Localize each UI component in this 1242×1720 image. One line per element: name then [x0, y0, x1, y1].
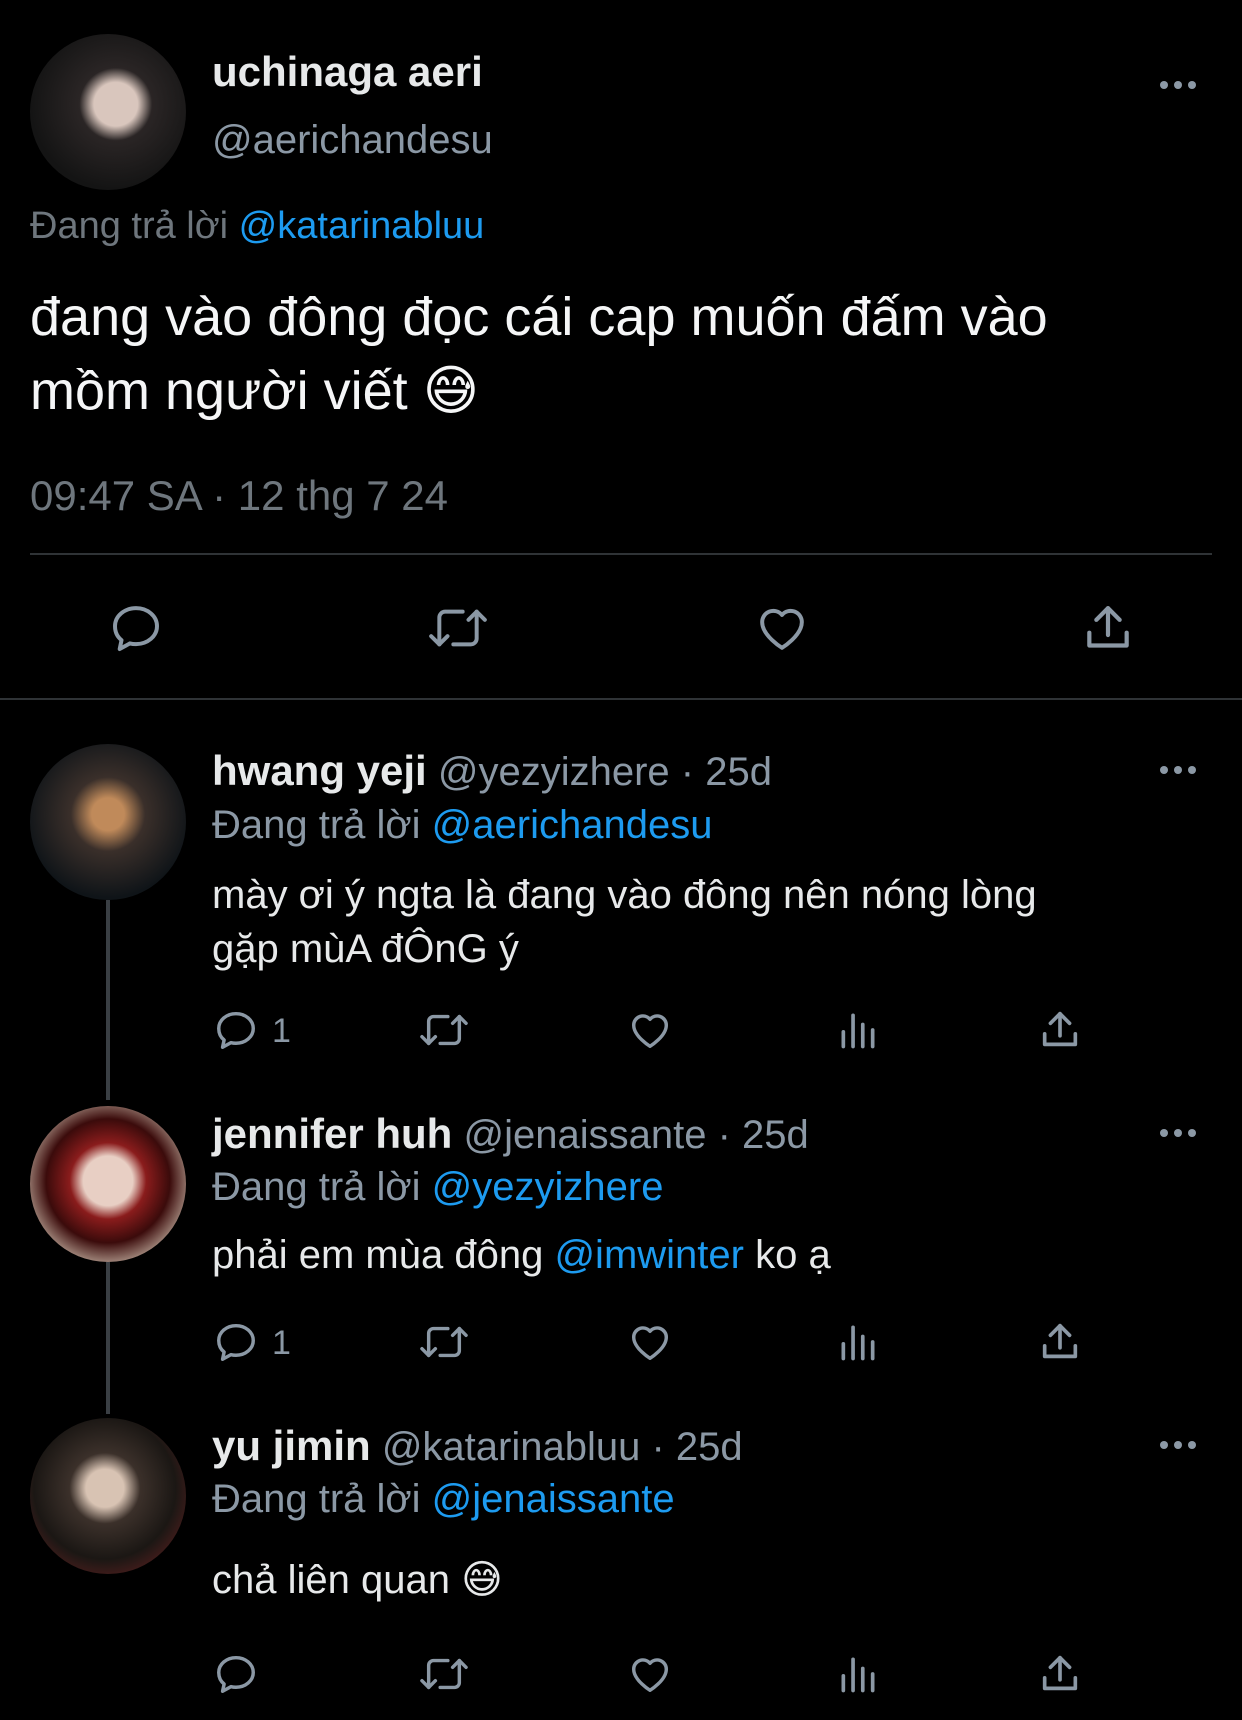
reply-2-time: · 25d: [717, 1113, 809, 1157]
reply-3-replying-prefix: Đang trả lời: [212, 1477, 421, 1521]
retweet-icon[interactable]: [420, 596, 496, 660]
like-icon[interactable]: [750, 596, 814, 660]
reply-2-text: phải em mùa đông @imwinter ko ạ: [212, 1230, 1182, 1280]
thread-line-2: [106, 1262, 110, 1414]
reply-1-share-icon[interactable]: [1036, 1006, 1084, 1054]
replying-to-mention[interactable]: @katarinabluu: [239, 205, 485, 247]
reply-1-name[interactable]: hwang yeji: [212, 747, 427, 794]
replying-to-prefix: Đang trả lời: [30, 205, 229, 247]
reply-2-replying-line: Đang trả lời @yezyizhere: [212, 1162, 1182, 1212]
reply-1-replying-prefix: Đang trả lời: [212, 803, 421, 847]
reply-2-name[interactable]: jennifer huh: [212, 1110, 452, 1157]
reply-2-more-icon[interactable]: [1160, 1128, 1196, 1138]
reply-1-time: · 25d: [680, 750, 772, 794]
reply-1-more-icon[interactable]: [1160, 765, 1196, 775]
reply-3-time: · 25d: [651, 1425, 743, 1469]
reply-2-text-after: ko ạ: [755, 1233, 831, 1277]
sweat-smile-emoji: 😅: [422, 361, 479, 421]
reply-2-handle[interactable]: @jenaissante: [463, 1113, 706, 1157]
reply-1-views-icon[interactable]: [834, 1006, 882, 1054]
reply-2-replying-prefix: Đang trả lời: [212, 1165, 421, 1209]
reply-1-like-icon[interactable]: [626, 1006, 674, 1054]
share-icon[interactable]: [1076, 596, 1140, 660]
reply-1-retweet-icon[interactable]: [415, 1006, 473, 1054]
avatar-jennifer-huh[interactable]: [30, 1106, 186, 1262]
reply-1-text-line1: mày ơi ý ngta là đang vào đông nên nóng …: [212, 873, 1037, 917]
reply-2-share-icon[interactable]: [1036, 1318, 1084, 1366]
reply-3-text: chả liên quan 😅: [212, 1555, 1182, 1605]
reply-3-like-icon[interactable]: [626, 1650, 674, 1698]
reply-2-like-icon[interactable]: [626, 1318, 674, 1366]
reply-1-handle[interactable]: @yezyizhere: [438, 750, 670, 794]
avatar-hwang-yeji[interactable]: [30, 744, 186, 900]
tweet-text: đang vào đông đọc cái cap muốn đấm vào m…: [30, 280, 1048, 428]
reply-3-share-icon[interactable]: [1036, 1650, 1084, 1698]
reply-3-name[interactable]: yu jimin: [212, 1422, 371, 1469]
thread-line-1: [106, 900, 110, 1100]
reply-2-replying-mention[interactable]: @yezyizhere: [432, 1165, 664, 1209]
tweet-timestamp[interactable]: 09:47 SA · 12 thg 7 24: [30, 472, 448, 520]
reply-2-mention[interactable]: @imwinter: [554, 1233, 744, 1277]
replying-to-line: Đang trả lời @katarinabluu: [30, 205, 484, 248]
reply-2-views-icon[interactable]: [834, 1318, 882, 1366]
author-handle[interactable]: @aerichandesu: [212, 118, 493, 163]
reply-1-replying-mention[interactable]: @aerichandesu: [432, 803, 713, 847]
reply-3-reply-icon[interactable]: [212, 1650, 260, 1698]
reply-1-header: hwang yeji @yezyizhere · 25d: [212, 746, 1182, 797]
reply-1-reply-count: 1: [272, 1012, 291, 1050]
reply-3-sweat-smile-emoji: 😅: [461, 1558, 503, 1602]
author-name[interactable]: uchinaga aeri: [212, 48, 483, 96]
tweet-text-line2: mồm người viết: [30, 361, 408, 421]
reply-1-reply-icon[interactable]: [212, 1006, 260, 1054]
avatar-yu-jimin[interactable]: [30, 1418, 186, 1574]
reply-3-handle[interactable]: @katarinabluu: [382, 1425, 641, 1469]
reply-3-retweet-icon[interactable]: [415, 1650, 473, 1698]
reply-2-text-before: phải em mùa đông: [212, 1233, 544, 1277]
reply-3-header: yu jimin @katarinabluu · 25d: [212, 1421, 1182, 1472]
reply-2-reply-icon[interactable]: [212, 1318, 260, 1366]
reply-3-text-body: chả liên quan: [212, 1558, 450, 1602]
divider-top: [30, 553, 1212, 555]
divider-bottom: [0, 698, 1242, 700]
reply-1-text: mày ơi ý ngta là đang vào đông nên nóng …: [212, 868, 1182, 976]
reply-2-reply-count: 1: [272, 1324, 291, 1362]
reply-3-more-icon[interactable]: [1160, 1440, 1196, 1450]
reply-3-replying-line: Đang trả lời @jenaissante: [212, 1474, 1182, 1524]
tweet-text-line1: đang vào đông đọc cái cap muốn đấm vào: [30, 287, 1048, 347]
reply-1-replying-line: Đang trả lời @aerichandesu: [212, 800, 1182, 850]
reply-2-header: jennifer huh @jenaissante · 25d: [212, 1109, 1182, 1160]
reply-icon[interactable]: [104, 596, 168, 660]
more-options-icon[interactable]: [1160, 80, 1196, 90]
reply-3-replying-mention[interactable]: @jenaissante: [432, 1477, 675, 1521]
reply-3-views-icon[interactable]: [834, 1650, 882, 1698]
reply-1-text-line2: gặp mùA đÔnG ý: [212, 927, 519, 971]
reply-2-retweet-icon[interactable]: [415, 1318, 473, 1366]
avatar-uchinaga-aeri[interactable]: [30, 34, 186, 190]
